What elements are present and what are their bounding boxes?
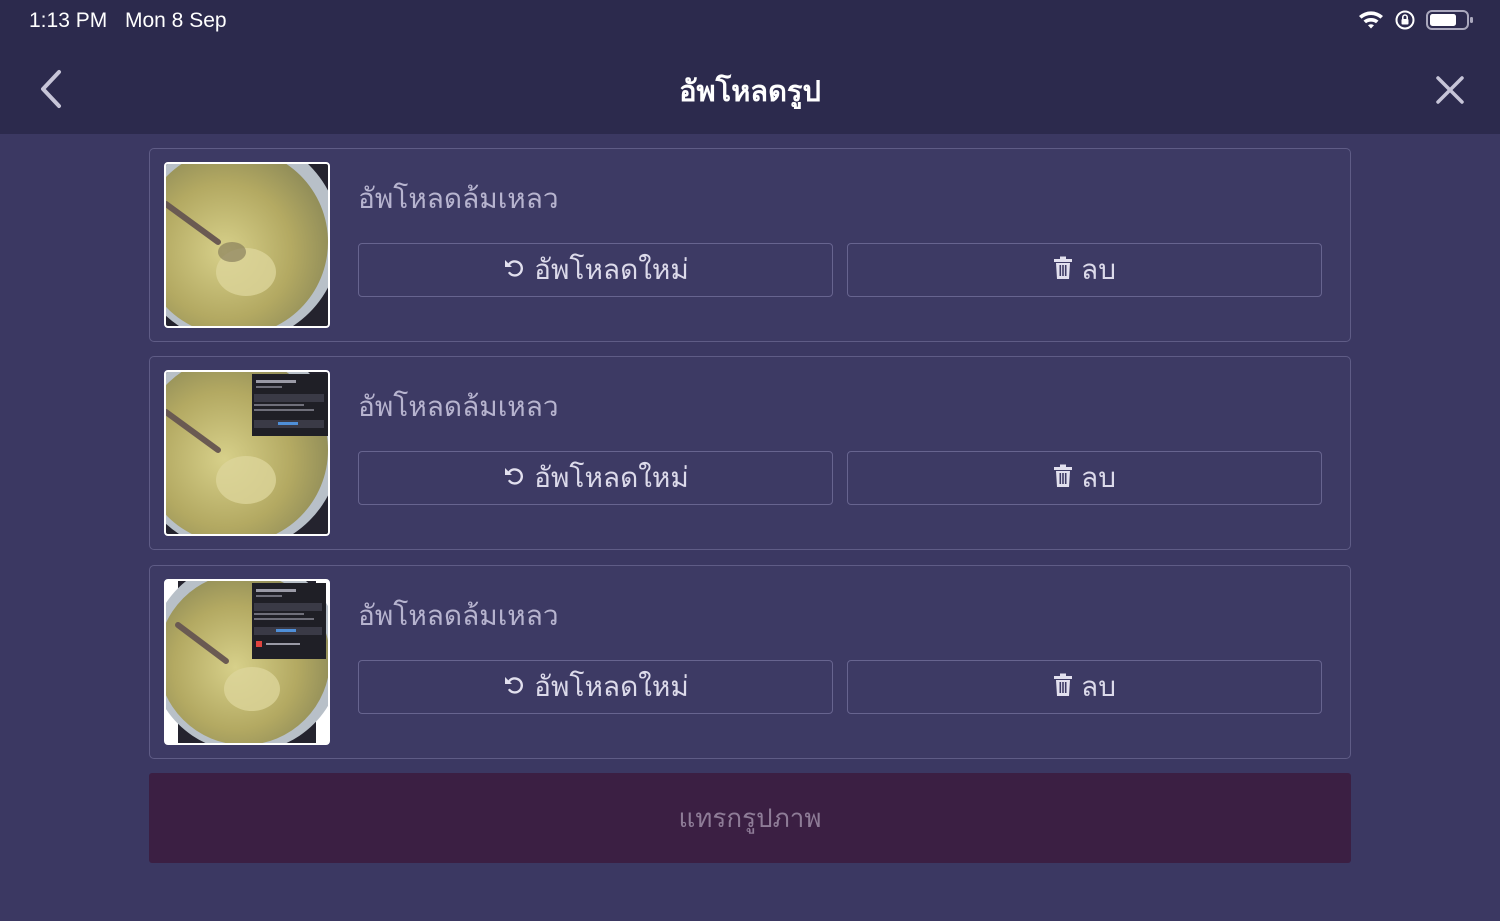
page-title: อัพโหลดรูป <box>679 74 821 108</box>
close-icon <box>1430 76 1470 114</box>
status-time: 1:13 PM <box>29 9 108 32</box>
upload-status: อัพโหลดล้มเหลว <box>358 390 559 423</box>
undo-icon <box>502 462 526 495</box>
trash-icon <box>1053 254 1073 287</box>
reupload-button[interactable]: อัพโหลดใหม่ <box>358 451 833 505</box>
upload-thumbnail <box>164 162 330 328</box>
delete-button[interactable]: ลบ <box>847 243 1322 297</box>
status-icons <box>1358 9 1474 35</box>
reupload-label: อัพโหลดใหม่ <box>534 461 689 494</box>
upload-card: อัพโหลดล้มเหลว อัพโหลดใหม่ ลบ <box>149 565 1351 759</box>
upload-status: อัพโหลดล้มเหลว <box>358 599 559 632</box>
upload-status: อัพโหลดล้มเหลว <box>358 182 559 215</box>
delete-button[interactable]: ลบ <box>847 660 1322 714</box>
insert-image-label: แทรกรูปภาพ <box>678 803 822 834</box>
delete-button[interactable]: ลบ <box>847 451 1322 505</box>
undo-icon <box>502 671 526 704</box>
delete-label: ลบ <box>1081 253 1116 286</box>
upload-card: อัพโหลดล้มเหลว อัพโหลดใหม่ ลบ <box>149 356 1351 550</box>
wifi-icon <box>1358 9 1384 35</box>
upload-thumbnail <box>164 579 330 745</box>
upload-card: อัพโหลดล้มเหลว อัพโหลดใหม่ ลบ <box>149 148 1351 342</box>
undo-icon <box>502 254 526 287</box>
rotation-lock-icon <box>1394 9 1416 35</box>
trash-icon <box>1053 462 1073 495</box>
close-button[interactable] <box>1430 70 1470 110</box>
delete-label: ลบ <box>1081 670 1116 703</box>
status-date: Mon 8 Sep <box>125 9 227 32</box>
reupload-button[interactable]: อัพโหลดใหม่ <box>358 243 833 297</box>
insert-image-button[interactable]: แทรกรูปภาพ <box>149 773 1351 863</box>
reupload-label: อัพโหลดใหม่ <box>534 670 689 703</box>
status-bar: 1:13 PM Mon 8 Sep <box>0 0 1500 44</box>
battery-icon <box>1426 9 1474 35</box>
delete-label: ลบ <box>1081 461 1116 494</box>
trash-icon <box>1053 671 1073 704</box>
reupload-button[interactable]: อัพโหลดใหม่ <box>358 660 833 714</box>
reupload-label: อัพโหลดใหม่ <box>534 253 689 286</box>
nav-bar: อัพโหลดรูป <box>0 44 1500 134</box>
upload-thumbnail <box>164 370 330 536</box>
